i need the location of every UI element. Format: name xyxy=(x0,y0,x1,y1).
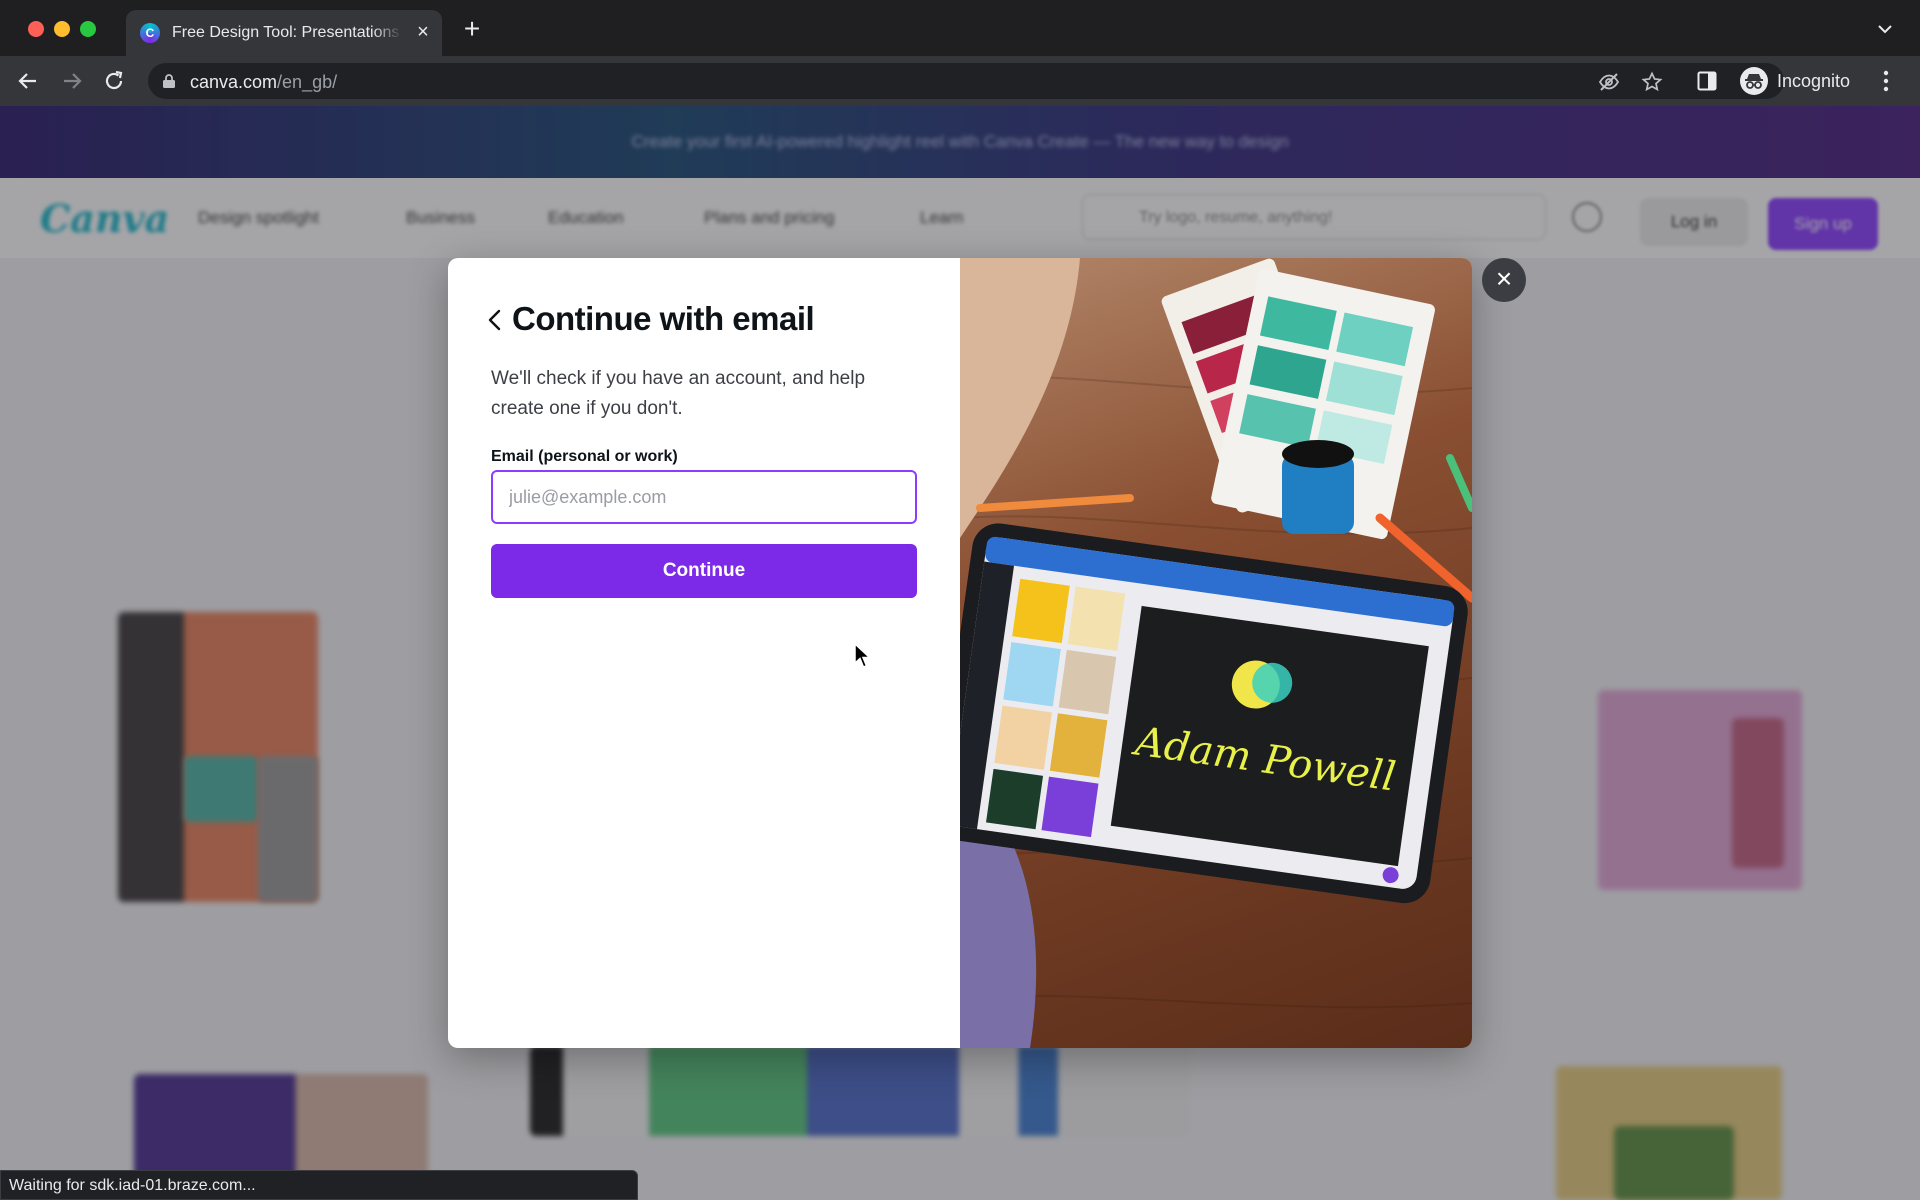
more-menu-icon[interactable] xyxy=(1882,69,1890,93)
incognito-label[interactable]: Incognito xyxy=(1777,71,1850,92)
email-signin-modal: Continue with email We'll check if you h… xyxy=(448,258,1472,1048)
url-host: canva.com xyxy=(190,72,278,92)
incognito-avatar-icon[interactable] xyxy=(1740,67,1768,95)
tab-search-chevron-icon[interactable] xyxy=(1876,22,1894,36)
bookmark-star-icon[interactable] xyxy=(1641,71,1663,93)
tablet-desk-illustration: Adam Powell xyxy=(960,258,1472,1048)
modal-close-button[interactable]: × xyxy=(1482,258,1526,302)
window-minimize-button[interactable] xyxy=(54,21,70,37)
side-panel-icon[interactable] xyxy=(1697,71,1717,91)
modal-description: We'll check if you have an account, and … xyxy=(491,368,866,419)
eye-slash-icon[interactable] xyxy=(1598,71,1620,93)
back-arrow-icon[interactable] xyxy=(14,67,42,95)
mouse-cursor-icon xyxy=(854,643,872,668)
email-input[interactable] xyxy=(491,470,917,524)
window-maximize-button[interactable] xyxy=(80,21,96,37)
new-tab-button[interactable]: + xyxy=(458,15,486,44)
tab-title: Free Design Tool: Presentations, Video, … xyxy=(172,24,402,42)
browser-toolbar: canva.com/en_gb/ Incognito xyxy=(0,56,1920,106)
modal-form-panel: Continue with email We'll check if you h… xyxy=(448,258,960,1048)
back-chevron-icon[interactable] xyxy=(484,306,508,334)
canva-favicon-icon: C xyxy=(140,23,160,43)
status-text: Waiting for sdk.iad-01.braze.com... xyxy=(9,1177,256,1194)
continue-button[interactable]: Continue xyxy=(491,544,917,598)
browser-tab-active[interactable]: C Free Design Tool: Presentations, Video… xyxy=(126,10,442,56)
modal-title: Continue with email xyxy=(512,300,815,337)
tab-close-icon[interactable]: × xyxy=(412,21,434,43)
email-field-label: Email (personal or work) xyxy=(491,448,678,465)
window-close-button[interactable] xyxy=(28,21,44,37)
lock-icon[interactable] xyxy=(162,73,176,89)
browser-status-bar: Waiting for sdk.iad-01.braze.com... xyxy=(0,1170,638,1200)
browser-tab-strip: C Free Design Tool: Presentations, Video… xyxy=(0,0,1920,56)
address-bar[interactable]: canva.com/en_gb/ xyxy=(148,63,1784,99)
forward-arrow-icon[interactable] xyxy=(58,67,86,95)
modal-illustration: Adam Powell xyxy=(960,258,1472,1048)
url-path: /en_gb/ xyxy=(277,72,338,92)
reload-icon[interactable] xyxy=(100,67,128,95)
url-text: canva.com/en_gb/ xyxy=(190,72,337,93)
